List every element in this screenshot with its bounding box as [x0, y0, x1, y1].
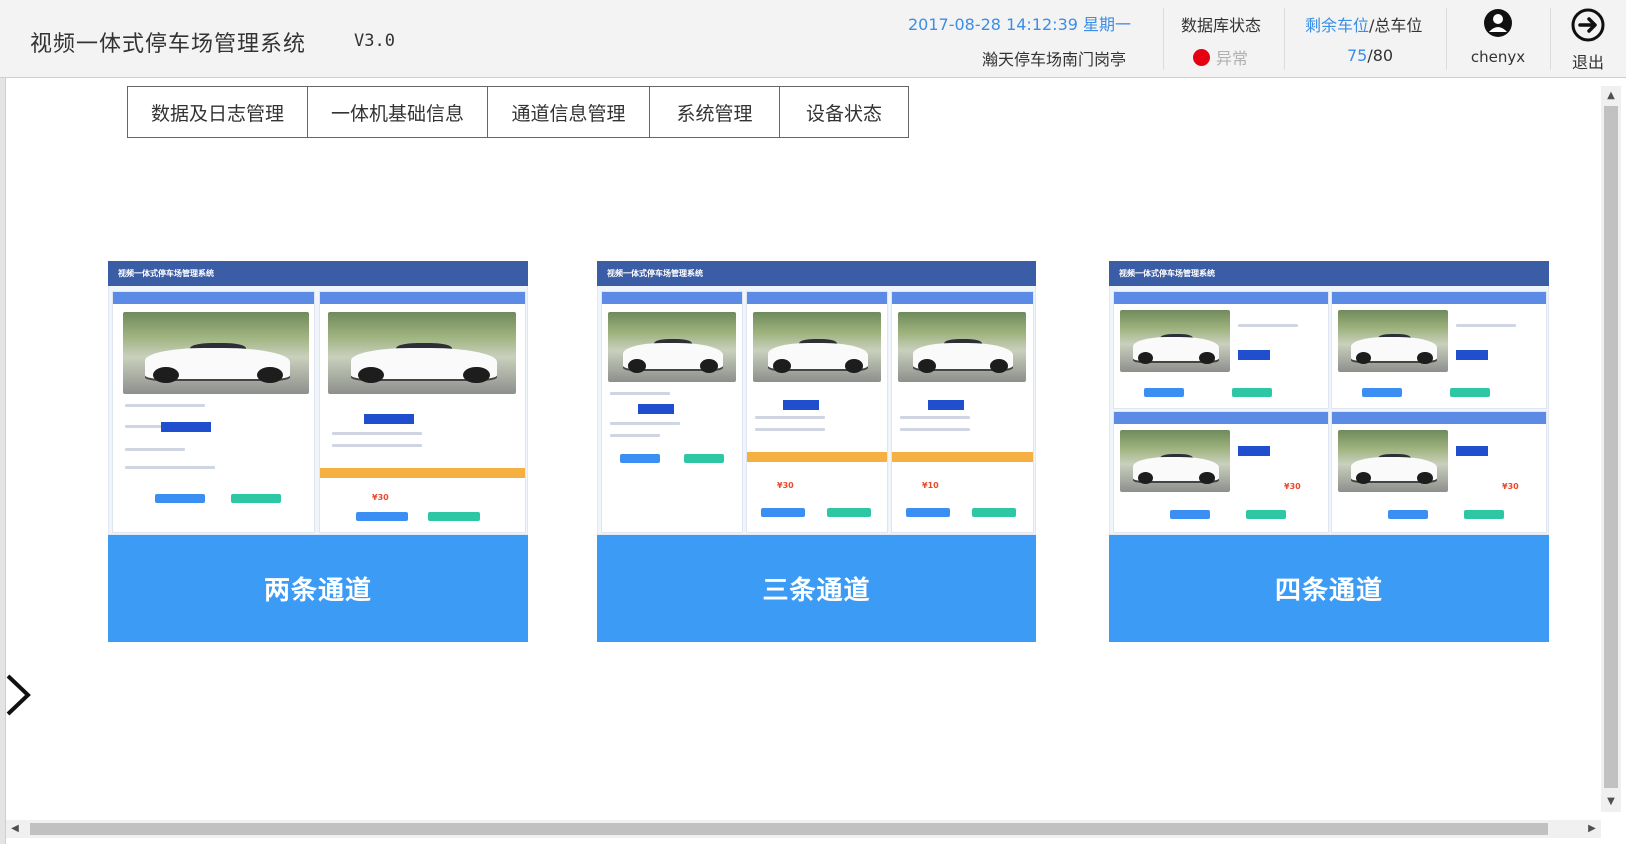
user-icon — [1484, 9, 1512, 37]
side-panel-toggle-chevron-icon[interactable] — [4, 672, 34, 718]
logout-arrow-icon — [1571, 8, 1605, 42]
three-channel-preview-image: 视频一体式停车场管理系统 ¥30 ¥10 — [597, 261, 1036, 535]
preview-title: 视频一体式停车场管理系统 — [1119, 269, 1215, 278]
car-photo — [1120, 310, 1230, 372]
two-channel-preview-image: 视频一体式停车场管理系统 ¥30 — [108, 261, 528, 535]
db-status-indicator: 异常 — [1193, 45, 1248, 69]
vertical-scrollbar[interactable]: ▲ ▼ — [1601, 86, 1621, 812]
header-divider — [1446, 8, 1447, 70]
tab-channel-info-management[interactable]: 通道信息管理 — [487, 86, 650, 138]
spaces-total-label: 总车位 — [1374, 16, 1423, 35]
db-status-label: 数据库状态 — [1181, 16, 1262, 35]
booth-location: 瀚天停车场南门岗亭 — [982, 50, 1127, 69]
left-frame-border — [0, 78, 6, 844]
vertical-scroll-thumb[interactable] — [1604, 106, 1618, 788]
preview-pane: ¥30 — [1113, 411, 1329, 533]
horizontal-scroll-thumb[interactable] — [30, 823, 1548, 835]
current-datetime: 2017-08-28 14:12:39 星期一 — [908, 15, 1132, 34]
horizontal-scrollbar[interactable]: ◀ ▶ — [6, 820, 1601, 838]
four-channel-preview-image: 视频一体式停车场管理系统 ¥30 ¥30 — [1109, 261, 1549, 535]
parking-spaces-label: 剩余车位/总车位 — [1305, 12, 1422, 36]
layout-option-two-channels[interactable]: 视频一体式停车场管理系统 ¥30 两条通道 — [108, 261, 528, 642]
db-status-value: 异常 — [1216, 49, 1249, 68]
scroll-right-arrow-icon[interactable]: ▶ — [1583, 820, 1601, 838]
header-divider — [1284, 8, 1285, 70]
preview-pane: ¥30 — [319, 291, 526, 533]
preview-header: 视频一体式停车场管理系统 — [1109, 261, 1549, 286]
app-title: 视频一体式停车场管理系统 — [30, 32, 307, 57]
spaces-remaining-count: 75 — [1347, 46, 1368, 65]
car-photo — [898, 312, 1026, 382]
car-photo — [1120, 430, 1230, 492]
user-profile[interactable]: chenyx — [1465, 8, 1531, 66]
preview-pane — [601, 291, 743, 533]
header-divider — [1550, 8, 1551, 70]
header-divider — [1163, 8, 1164, 70]
car-photo — [753, 312, 881, 382]
car-photo — [1338, 430, 1448, 492]
four-channels-label: 四条通道 — [1109, 535, 1549, 642]
main-tab-bar: 数据及日志管理 一体机基础信息 通道信息管理 系统管理 设备状态 — [127, 86, 909, 138]
preview-pane — [1113, 291, 1329, 409]
scroll-left-arrow-icon[interactable]: ◀ — [6, 820, 24, 838]
layout-option-four-channels[interactable]: 视频一体式停车场管理系统 ¥30 ¥30 四条通道 — [1109, 261, 1549, 642]
username: chenyx — [1470, 48, 1526, 66]
tab-device-basic-info[interactable]: 一体机基础信息 — [307, 86, 488, 138]
preview-pane: ¥30 — [1331, 411, 1547, 533]
car-photo — [1338, 310, 1448, 372]
logout-button[interactable]: 退出 — [1563, 8, 1613, 73]
parking-spaces-value: 75/80 — [1347, 46, 1393, 65]
scroll-up-arrow-icon[interactable]: ▲ — [1601, 86, 1621, 106]
preview-title: 视频一体式停车场管理系统 — [607, 269, 703, 278]
preview-title: 视频一体式停车场管理系统 — [118, 269, 214, 278]
two-channels-label: 两条通道 — [108, 535, 528, 642]
tab-device-status[interactable]: 设备状态 — [779, 86, 909, 138]
preview-pane: ¥10 — [891, 291, 1034, 533]
spaces-remaining-label: 剩余车位 — [1305, 16, 1370, 35]
preview-pane — [1331, 291, 1547, 409]
car-photo — [328, 312, 516, 394]
spaces-total-count: /80 — [1367, 46, 1394, 65]
tab-data-log-management[interactable]: 数据及日志管理 — [127, 86, 308, 138]
logout-label: 退出 — [1571, 53, 1604, 72]
preview-pane: ¥30 — [746, 291, 888, 533]
layout-option-three-channels[interactable]: 视频一体式停车场管理系统 ¥30 ¥10 三条通道 — [597, 261, 1036, 642]
preview-header: 视频一体式停车场管理系统 — [597, 261, 1036, 286]
tab-system-management[interactable]: 系统管理 — [649, 86, 780, 138]
scroll-down-arrow-icon[interactable]: ▼ — [1601, 792, 1621, 812]
three-channels-label: 三条通道 — [597, 535, 1036, 642]
car-photo — [123, 312, 309, 394]
car-photo — [608, 312, 736, 382]
status-dot-icon — [1193, 48, 1210, 66]
app-version: V3.0 — [354, 31, 395, 51]
preview-pane — [112, 291, 315, 533]
preview-header: 视频一体式停车场管理系统 — [108, 261, 528, 286]
top-header: 视频一体式停车场管理系统 V3.0 2017-08-28 14:12:39 星期… — [0, 0, 1626, 78]
